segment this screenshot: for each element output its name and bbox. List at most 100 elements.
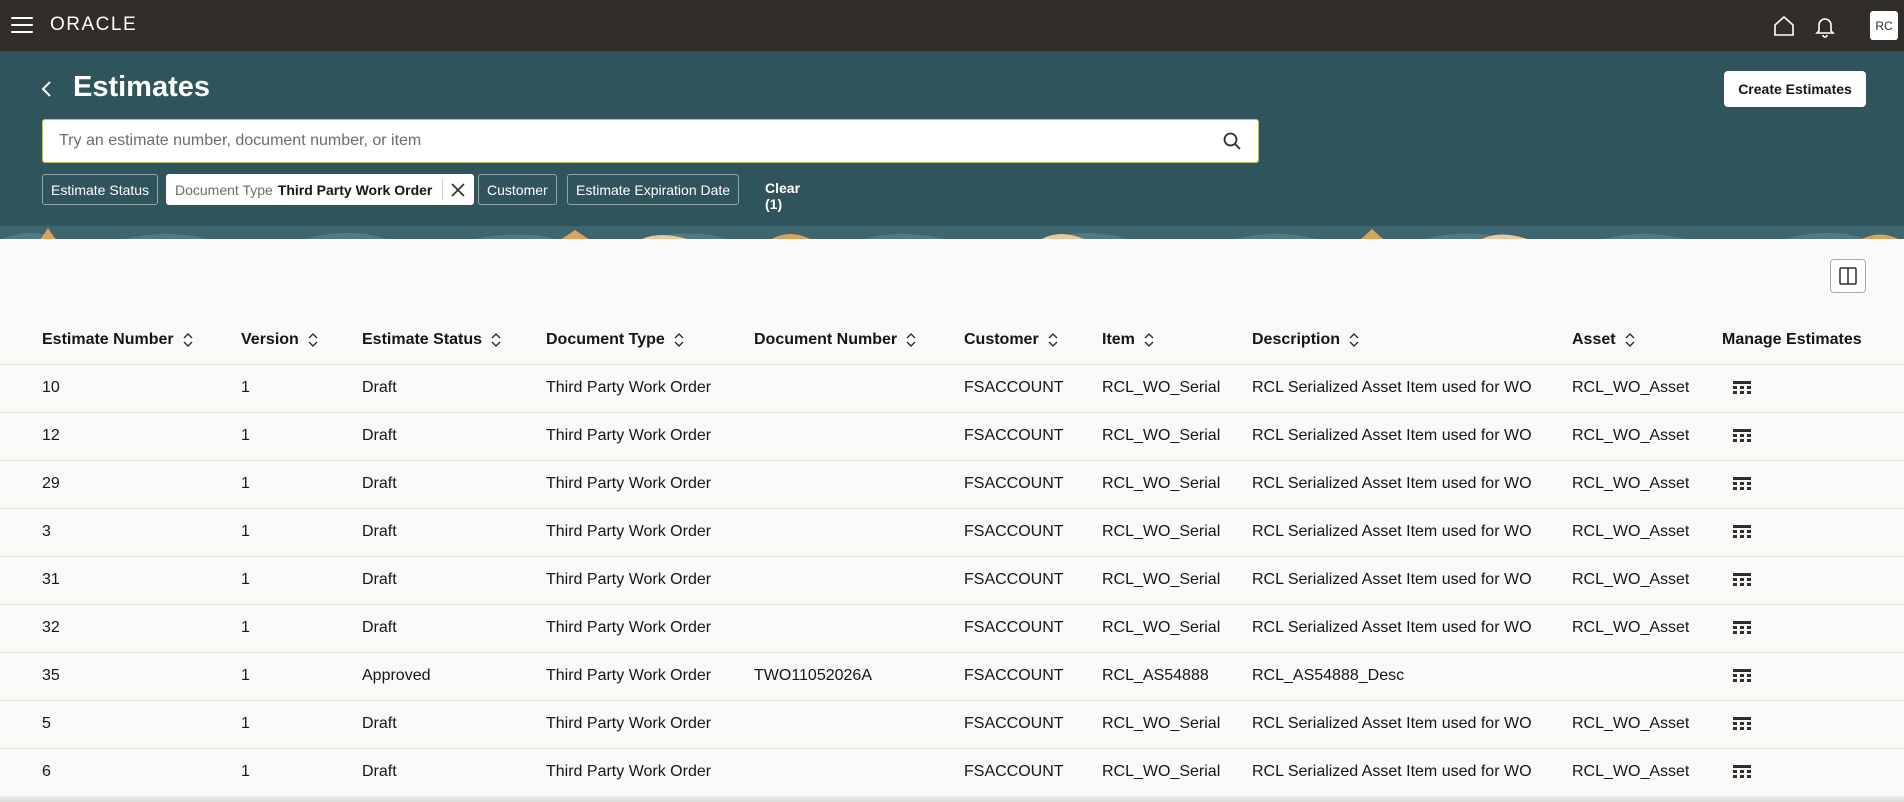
table-row[interactable]: 5 1 Draft Third Party Work Order FSACCOUNT RC… — [0, 699, 1904, 748]
document-type-filter[interactable]: Document Type Third Party Work Order — [166, 174, 475, 205]
grid-menu-icon[interactable] — [1732, 476, 1752, 492]
column-header[interactable]: Estimate Number — [0, 316, 241, 364]
column-header[interactable]: Item — [1102, 316, 1252, 364]
version-cell: 1 — [241, 699, 362, 748]
grid-menu-icon[interactable] — [1732, 428, 1752, 444]
description-cell: RCL_AS54888_Desc — [1252, 651, 1572, 700]
item-cell: RCL_AS54888 — [1102, 651, 1252, 700]
sort-icon[interactable] — [490, 332, 502, 348]
column-header[interactable]: Asset — [1572, 316, 1722, 364]
estimate-number-cell: 32 — [0, 603, 241, 652]
description-cell: RCL Serialized Asset Item used for WO — [1252, 459, 1572, 508]
expiration-date-filter[interactable]: Estimate Expiration Date — [567, 174, 740, 205]
close-icon[interactable] — [442, 179, 465, 200]
sort-icon[interactable] — [1143, 332, 1155, 348]
column-label: Customer — [964, 330, 1039, 348]
header-decoration — [0, 226, 1904, 239]
table-row[interactable]: 29 1 Draft Third Party Work Order FSACCOUNT R… — [0, 459, 1904, 508]
sort-icon[interactable] — [307, 332, 319, 348]
column-label: Version — [241, 330, 299, 348]
document-type-cell: Third Party Work Order — [546, 699, 754, 748]
sort-icon[interactable] — [1624, 332, 1636, 348]
document-type-cell: Third Party Work Order — [546, 363, 754, 412]
customer-cell: FSACCOUNT — [964, 459, 1102, 508]
column-label: Document Number — [754, 330, 898, 348]
estimate-number-cell: 29 — [0, 459, 241, 508]
document-type-cell: Third Party Work Order — [546, 507, 754, 556]
estimate-number-cell: 31 — [0, 555, 241, 604]
column-label: Estimate Number — [42, 330, 174, 348]
menu-icon[interactable] — [11, 17, 33, 33]
asset-cell: RCL_WO_Asset — [1572, 411, 1722, 460]
table-row[interactable]: 31 1 Draft Third Party Work Order FSACCOUNT R… — [0, 555, 1904, 604]
item-cell: RCL_WO_Serial — [1102, 459, 1252, 508]
chip-key: Document Type — [175, 181, 273, 198]
estimate-number-cell: 12 — [0, 411, 241, 460]
create-estimates-button[interactable]: Create Estimates — [1724, 71, 1866, 107]
search-icon[interactable] — [1222, 131, 1242, 151]
chip-label: Estimate Expiration Date — [576, 181, 731, 198]
item-cell: RCL_WO_Serial — [1102, 747, 1252, 796]
version-cell: 1 — [241, 459, 362, 508]
customer-filter[interactable]: Customer — [478, 174, 557, 205]
grid-menu-icon[interactable] — [1732, 572, 1752, 588]
column-header[interactable]: Document Number — [754, 316, 964, 364]
bell-icon[interactable] — [1813, 14, 1837, 38]
document-number-cell — [754, 459, 964, 508]
sort-icon[interactable] — [1348, 332, 1360, 348]
manage-estimates-cell — [1722, 459, 1904, 508]
status-cell: Draft — [362, 411, 546, 460]
home-icon[interactable] — [1772, 14, 1796, 38]
estimate-status-filter[interactable]: Estimate Status — [42, 174, 159, 205]
estimate-number-cell: 10 — [0, 363, 241, 412]
estimate-number-cell: 5 — [0, 699, 241, 748]
sort-icon[interactable] — [673, 332, 685, 348]
status-cell: Draft — [362, 603, 546, 652]
item-cell: RCL_WO_Serial — [1102, 603, 1252, 652]
grid-menu-icon[interactable] — [1732, 524, 1752, 540]
clear-filters-link[interactable]: Clear (1) — [765, 180, 800, 212]
grid-menu-icon[interactable] — [1732, 620, 1752, 636]
grid-menu-icon[interactable] — [1732, 764, 1752, 780]
grid-menu-icon[interactable] — [1732, 716, 1752, 732]
customer-cell: FSACCOUNT — [964, 507, 1102, 556]
chip-label: Customer — [487, 181, 548, 198]
status-cell: Draft — [362, 555, 546, 604]
sort-icon[interactable] — [1047, 332, 1059, 348]
document-type-cell: Third Party Work Order — [546, 411, 754, 460]
manage-estimates-cell — [1722, 651, 1904, 700]
column-layout-button[interactable] — [1830, 259, 1866, 293]
manage-estimates-cell — [1722, 603, 1904, 652]
search-box — [42, 119, 1259, 163]
column-header[interactable]: Version — [241, 316, 362, 364]
customer-cell: FSACCOUNT — [964, 411, 1102, 460]
table-row[interactable]: 6 1 Draft Third Party Work Order FSACCOUNT RC… — [0, 747, 1904, 796]
description-cell: RCL Serialized Asset Item used for WO — [1252, 555, 1572, 604]
table-row[interactable]: 10 1 Draft Third Party Work Order FSACCOUNT R… — [0, 363, 1904, 412]
column-label: Item — [1102, 330, 1135, 348]
table-row[interactable]: 3 1 Draft Third Party Work Order FSACCOUNT RC… — [0, 507, 1904, 556]
document-number-cell: TWO11052026A — [754, 651, 964, 700]
document-number-cell — [754, 747, 964, 796]
grid-menu-icon[interactable] — [1732, 668, 1752, 684]
asset-cell: RCL_WO_Asset — [1572, 555, 1722, 604]
table-row[interactable]: 12 1 Draft Third Party Work Order FSACCOUNT R… — [0, 411, 1904, 460]
column-header[interactable]: Customer — [964, 316, 1102, 364]
sort-icon[interactable] — [905, 332, 917, 348]
document-number-cell — [754, 411, 964, 460]
chip-value: Third Party Work Order — [277, 181, 433, 198]
estimates-table: Estimate Number Version Estimate Status … — [0, 316, 1904, 796]
table-row[interactable]: 35 1 Approved Third Party Work Order TWO1105… — [0, 651, 1904, 700]
column-header[interactable]: Estimate Status — [362, 316, 546, 364]
user-avatar[interactable]: RC — [1870, 11, 1898, 40]
sort-icon[interactable] — [182, 332, 194, 348]
grid-menu-icon[interactable] — [1732, 380, 1752, 396]
table-row[interactable]: 32 1 Draft Third Party Work Order FSACCOUNT R… — [0, 603, 1904, 652]
back-icon[interactable] — [36, 78, 58, 100]
search-input[interactable] — [43, 120, 1193, 162]
column-header[interactable]: Document Type — [546, 316, 754, 364]
column-header[interactable]: Description — [1252, 316, 1572, 364]
version-cell: 1 — [241, 507, 362, 556]
document-number-cell — [754, 555, 964, 604]
asset-cell: RCL_WO_Asset — [1572, 507, 1722, 556]
